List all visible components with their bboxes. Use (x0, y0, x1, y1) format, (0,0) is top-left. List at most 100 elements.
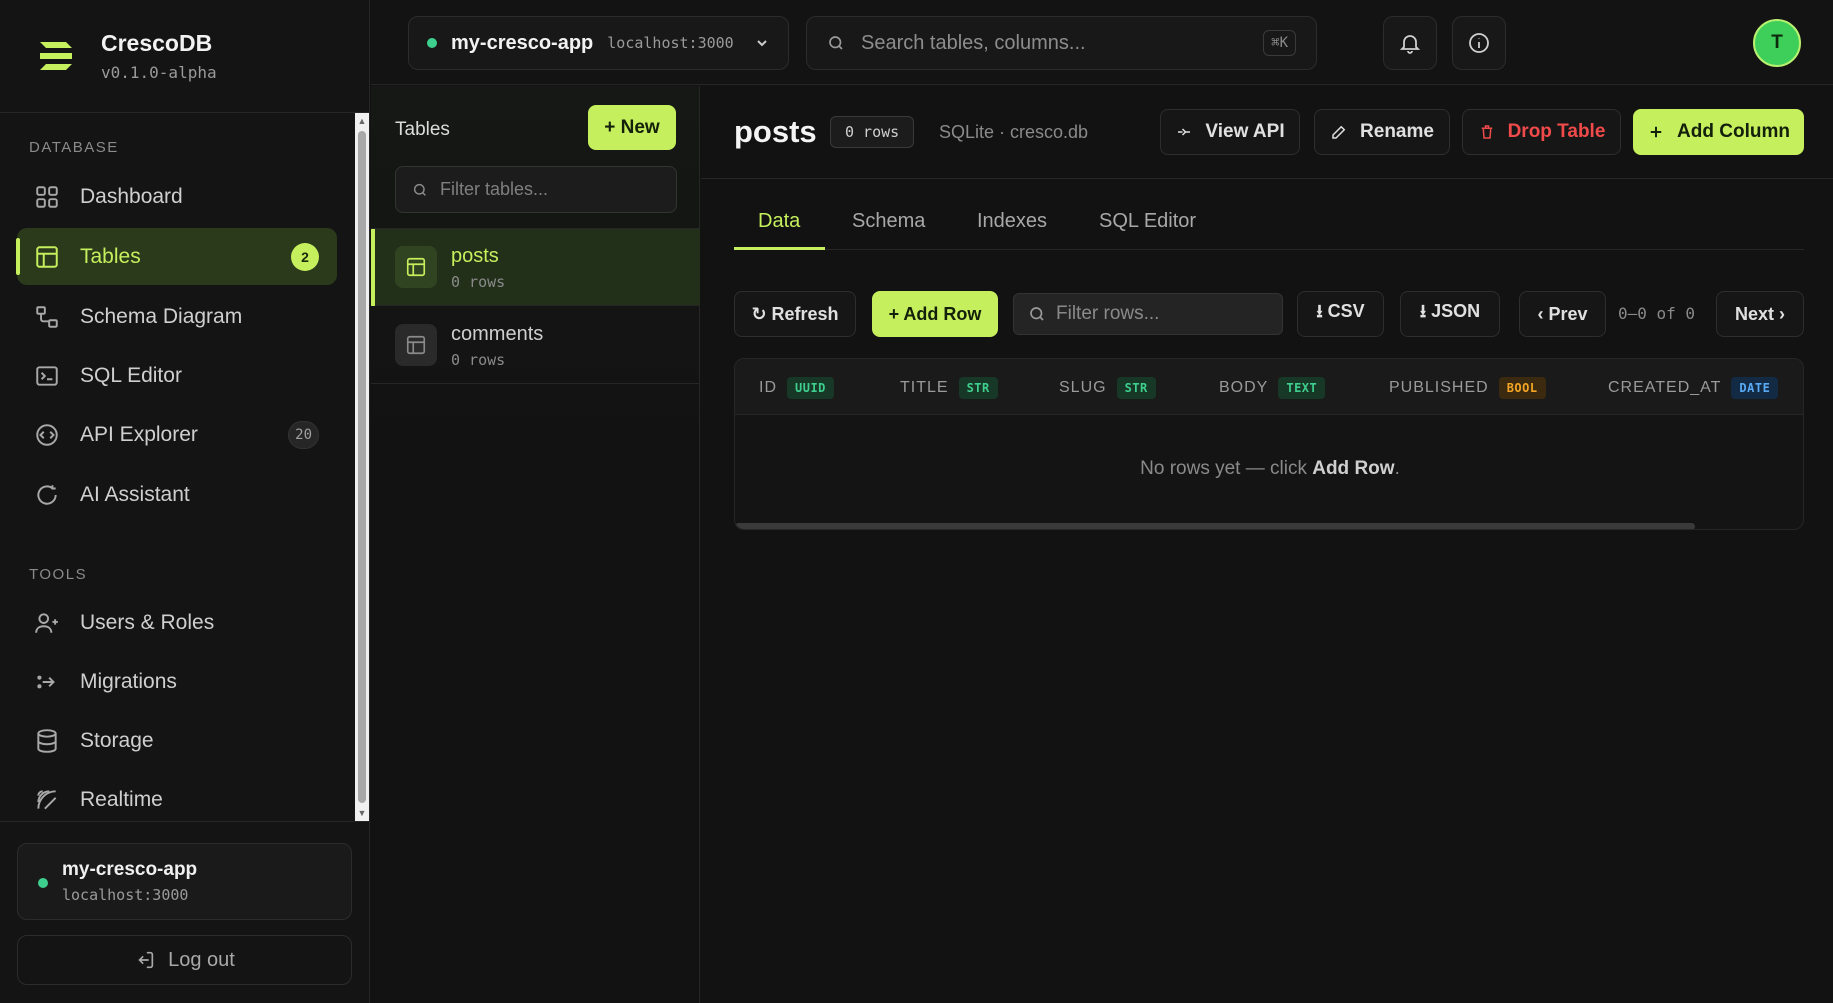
rename-label: Rename (1360, 121, 1434, 142)
column-name: TITLE (900, 379, 949, 396)
column-header-created-at[interactable]: CREATED_AT DATE (1608, 377, 1779, 399)
database-info: SQLite · cresco.db (939, 122, 1089, 142)
row-count-badge: 0 rows (830, 116, 915, 148)
table-view: posts 0 rows SQLite · cresco.db View API… (701, 86, 1833, 1003)
sidebar-item-storage[interactable]: Storage (17, 712, 337, 769)
horizontal-scrollbar[interactable] (735, 523, 1695, 529)
row-filter-input[interactable] (1056, 303, 1276, 325)
column-name: ID (759, 379, 777, 396)
logout-label: Log out (168, 948, 235, 971)
add-row-button[interactable]: + Add Row (872, 291, 998, 337)
table-icon (395, 324, 437, 366)
database-icon (37, 728, 57, 753)
search-icon (413, 183, 426, 196)
avatar[interactable]: T (1753, 19, 1801, 67)
table-row-count: 0 rows (451, 351, 506, 369)
column-header-title[interactable]: TITLE STR (900, 377, 998, 399)
table-filter-input[interactable] (440, 179, 670, 200)
brand-version: v0.1.0-alpha (101, 63, 217, 82)
sidebar-item-migrations[interactable]: Migrations (17, 653, 337, 710)
sidebar-item-dashboard[interactable]: Dashboard (17, 168, 337, 225)
column-header-body[interactable]: BODY TEXT (1219, 377, 1326, 399)
view-api-label: View API (1205, 121, 1285, 142)
global-search[interactable]: ⌘K (806, 16, 1317, 70)
sidebar-item-label: Tables (80, 244, 141, 268)
data-grid: ID UUID TITLE STR SLUG STR BODY TEXT PUB… (734, 358, 1804, 530)
sidebar-item-label: Realtime (80, 787, 163, 811)
column-header-slug[interactable]: SLUG STR (1059, 377, 1156, 399)
nav: DATABASE Dashboard Tables 2 Schema Diagr… (0, 113, 355, 821)
search-input[interactable] (861, 31, 1241, 55)
search-icon (829, 36, 843, 50)
brand[interactable]: CrescoDB v0.1.0-alpha (0, 0, 369, 113)
table-list-item-comments[interactable]: comments 0 rows (371, 307, 700, 384)
sidebar-item-tables[interactable]: Tables 2 (16, 228, 337, 285)
chevron-down-icon (757, 40, 767, 47)
row-filter[interactable] (1013, 293, 1283, 335)
pagination-info: 0–0 of 0 (1618, 304, 1696, 323)
column-type-badge: STR (958, 377, 998, 399)
sidebar-item-sql-editor[interactable]: SQL Editor (17, 347, 337, 404)
online-status-icon (38, 878, 48, 888)
scroll-up-icon[interactable]: ▲ (357, 116, 367, 126)
new-table-button[interactable]: + New (588, 105, 676, 150)
add-column-label: Add Column (1677, 121, 1790, 142)
api-count-badge: 20 (288, 420, 319, 449)
export-csv-button[interactable]: ⭳ CSV (1297, 291, 1384, 337)
rename-button[interactable]: Rename (1314, 109, 1450, 155)
table-row-count: 0 rows (451, 273, 506, 291)
column-type-badge: UUID (787, 377, 834, 399)
logout-icon (138, 951, 154, 969)
grid-header: ID UUID TITLE STR SLUG STR BODY TEXT PUB… (735, 359, 1803, 415)
top-bar: my-cresco-app localhost:3000 ⌘K T (371, 0, 1833, 85)
online-status-icon (427, 38, 437, 48)
tab-data[interactable]: Data (758, 210, 800, 233)
refresh-button[interactable]: ↻ Refresh (734, 291, 856, 337)
prev-page-button[interactable]: ‹ Prev (1519, 291, 1606, 337)
tables-count-badge: 2 (291, 242, 319, 271)
ai-icon (37, 484, 57, 505)
scrollbar-thumb[interactable] (358, 131, 366, 803)
notifications-button[interactable] (1383, 16, 1437, 70)
table-filter[interactable] (395, 166, 677, 213)
add-column-button[interactable]: Add Column (1633, 109, 1804, 155)
info-button[interactable] (1452, 16, 1506, 70)
section-tools: TOOLS (29, 566, 88, 583)
drop-table-button[interactable]: Drop Table (1462, 109, 1621, 155)
sidebar-item-realtime[interactable]: Realtime (17, 771, 337, 821)
brand-name: CrescoDB (101, 30, 213, 56)
project-switcher-host: localhost:3000 (607, 34, 734, 52)
api-icon (1178, 128, 1191, 136)
sidebar-item-api-explorer[interactable]: API Explorer 20 (17, 406, 337, 463)
export-json-button[interactable]: ⭳ JSON (1400, 291, 1500, 337)
column-header-published[interactable]: PUBLISHED BOOL (1389, 377, 1546, 399)
empty-state-action[interactable]: Add Row (1312, 458, 1394, 479)
sidebar-scrollbar[interactable]: ▲ ▼ (355, 113, 369, 821)
table-name: posts (451, 245, 499, 267)
search-shortcut-hint: ⌘K (1263, 30, 1296, 56)
logout-button[interactable]: Log out (17, 935, 352, 985)
sidebar: CrescoDB v0.1.0-alpha DATABASE Dashboard… (0, 0, 370, 1003)
scroll-down-icon[interactable]: ▼ (357, 808, 367, 818)
column-name: CREATED_AT (1608, 379, 1722, 396)
trash-icon (1481, 125, 1492, 139)
project-switcher[interactable]: my-cresco-app localhost:3000 (408, 16, 789, 70)
project-switcher-name: my-cresco-app (451, 31, 594, 54)
sidebar-item-users-roles[interactable]: Users & Roles (17, 594, 337, 651)
grid-icon (36, 185, 58, 208)
empty-state: No rows yet — click Add Row. (735, 458, 1803, 480)
table-list-item-posts[interactable]: posts 0 rows (371, 229, 700, 306)
project-card[interactable]: my-cresco-app localhost:3000 (17, 843, 352, 920)
signal-icon (37, 789, 57, 809)
terminal-icon (36, 365, 58, 386)
tab-sql-editor[interactable]: SQL Editor (1099, 210, 1196, 233)
next-page-button[interactable]: Next › (1716, 291, 1804, 337)
sidebar-item-ai-assistant[interactable]: AI Assistant (17, 466, 337, 523)
tab-schema[interactable]: Schema (852, 210, 925, 233)
tab-indexes[interactable]: Indexes (977, 210, 1047, 233)
sidebar-item-schema-diagram[interactable]: Schema Diagram (17, 288, 337, 345)
column-header-id[interactable]: ID UUID (759, 377, 834, 399)
bell-icon (1399, 35, 1421, 54)
view-api-button[interactable]: View API (1160, 109, 1300, 155)
column-name: SLUG (1059, 379, 1107, 396)
